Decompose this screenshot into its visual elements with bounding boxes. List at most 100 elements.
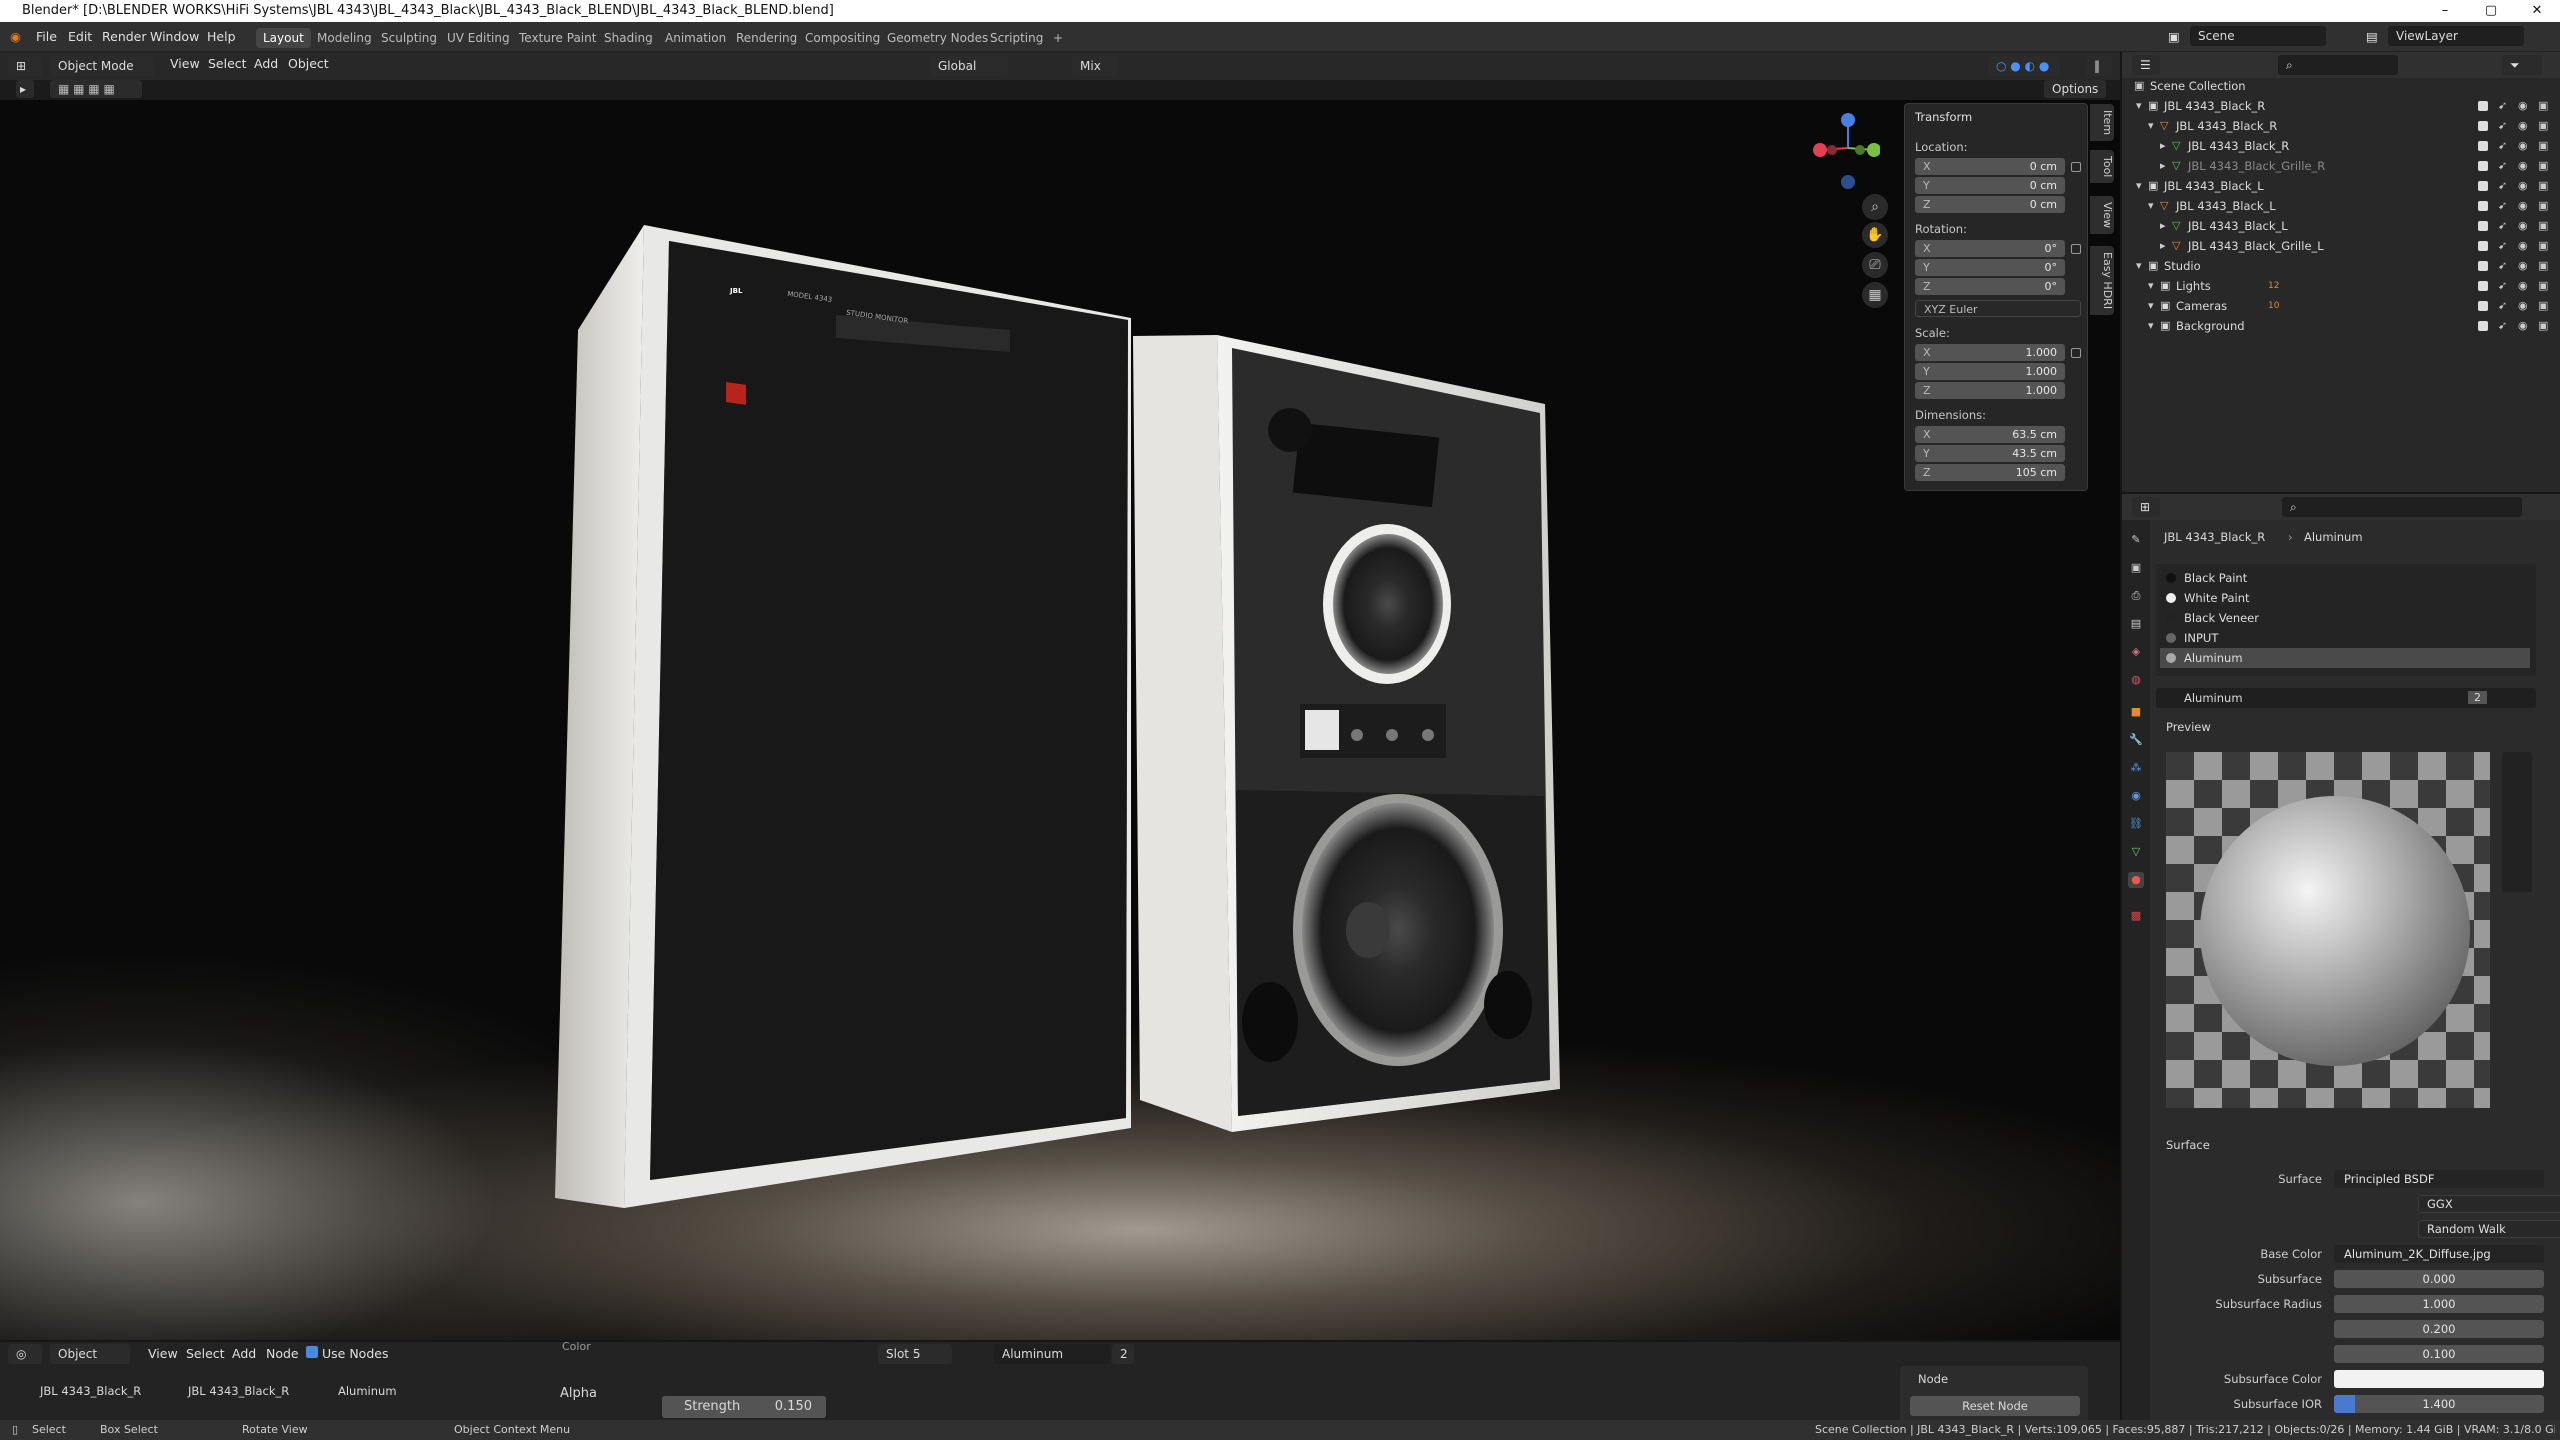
camera-icon[interactable]: ▣ xyxy=(2538,136,2548,156)
camera-icon[interactable]: ▣ xyxy=(2538,296,2548,316)
lock-icon[interactable] xyxy=(2071,244,2081,254)
surface-field-value[interactable]: Aluminum_2K_Diffuse.jpg xyxy=(2334,1245,2544,1263)
location-x-field[interactable]: X0 cm xyxy=(1915,158,2065,175)
viewport-menu-view[interactable]: View xyxy=(170,56,200,71)
outliner-row[interactable]: ▾ ▽ JBL 4343_Black_R ➹ ◉ ▣ xyxy=(2122,116,2560,136)
node-editor-object-selector[interactable]: Object xyxy=(50,1344,130,1364)
transform-title[interactable]: Transform xyxy=(1915,110,1972,124)
orientation-selector[interactable]: Global xyxy=(930,56,1008,76)
object-tab-icon[interactable]: ■ xyxy=(2128,704,2144,720)
output-tab-icon[interactable]: ⎙ xyxy=(2128,588,2144,604)
exclude-checkbox[interactable] xyxy=(2478,101,2488,111)
dimensions-z-field[interactable]: Z 105 cm xyxy=(1915,464,2065,481)
expand-arrow-icon[interactable]: ▸ xyxy=(2160,236,2166,256)
material-slot[interactable]: INPUT xyxy=(2160,628,2530,648)
camera-icon[interactable]: ▣ xyxy=(2538,116,2548,136)
expand-arrow-icon[interactable]: ▾ xyxy=(2148,276,2154,296)
workspace-tab-rendering[interactable]: Rendering xyxy=(729,28,804,48)
expand-arrow-icon[interactable]: ▾ xyxy=(2136,96,2142,116)
pan-hand-icon[interactable]: ✋ xyxy=(1862,222,1888,248)
expand-arrow-icon[interactable]: ▾ xyxy=(2148,196,2154,216)
close-button[interactable]: ✕ xyxy=(2514,0,2560,22)
exclude-checkbox[interactable] xyxy=(2478,241,2488,251)
outliner-editor-icon[interactable]: ☰ xyxy=(2132,55,2160,75)
eye-icon[interactable]: ◉ xyxy=(2518,156,2528,176)
eye-icon[interactable]: ◉ xyxy=(2518,316,2528,336)
surface-dropdown[interactable]: Random Walk xyxy=(2418,1220,2560,1238)
node-menu-add[interactable]: Add xyxy=(232,1346,256,1361)
location-z-field[interactable]: Z0 cm xyxy=(1915,196,2065,213)
rotation-z-field[interactable]: Z 0° xyxy=(1915,278,2065,295)
material-tab-icon[interactable]: ● xyxy=(2128,872,2144,888)
workspace-tab-sculpting[interactable]: Sculpting xyxy=(374,28,444,48)
eye-icon[interactable]: ◉ xyxy=(2518,256,2528,276)
slot-selector[interactable]: Slot 5 xyxy=(878,1344,952,1364)
sidebar-tab-easy-hdri[interactable]: Easy HDRI xyxy=(2090,246,2114,316)
preview-type-buttons[interactable] xyxy=(2502,752,2532,892)
exclude-checkbox[interactable] xyxy=(2478,281,2488,291)
render-tab-icon[interactable]: ▣ xyxy=(2128,560,2144,576)
node-menu-select[interactable]: Select xyxy=(186,1346,225,1361)
surface-panel-title[interactable]: Surface xyxy=(2166,1138,2210,1152)
lock-icon[interactable] xyxy=(2071,162,2081,172)
scale-x-field[interactable]: X 1.000 xyxy=(1915,344,2065,361)
workspace-tab-shading[interactable]: Shading xyxy=(597,28,660,48)
surface-dropdown[interactable]: GGX xyxy=(2418,1195,2560,1213)
workspace-tab-compositing[interactable]: Compositing xyxy=(798,28,887,48)
menu-edit[interactable]: Edit xyxy=(68,29,92,44)
camera-icon[interactable]: ▣ xyxy=(2538,256,2548,276)
blender-logo-icon[interactable]: ◉ xyxy=(10,29,21,44)
viewport-menu-object[interactable]: Object xyxy=(288,56,329,71)
eye-icon[interactable]: ◉ xyxy=(2518,236,2528,256)
surface-field-value[interactable] xyxy=(2334,1370,2544,1388)
outliner-row[interactable]: ▸ ▽ JBL 4343_Black_R ➹ ◉ ▣ xyxy=(2122,136,2560,156)
strength-field[interactable]: Strength 0.150 xyxy=(662,1396,826,1418)
workspace-tab-geometry-nodes[interactable]: Geometry Nodes xyxy=(880,28,995,48)
exclude-checkbox[interactable] xyxy=(2478,141,2488,151)
surface-field-value[interactable]: 0.200 xyxy=(2334,1320,2544,1338)
exclude-checkbox[interactable] xyxy=(2478,121,2488,131)
eye-icon[interactable]: ◉ xyxy=(2518,176,2528,196)
properties-search-icon[interactable]: ⌕ xyxy=(2282,497,2522,517)
eye-icon[interactable]: ◉ xyxy=(2518,116,2528,136)
texture-tab-icon[interactable]: ▩ xyxy=(2128,908,2144,924)
rotation-mode-dropdown[interactable]: XYZ Euler xyxy=(1915,300,2081,317)
outliner-row[interactable]: ▸ ▽ JBL 4343_Black_L ➹ ◉ ▣ xyxy=(2122,216,2560,236)
maximize-button[interactable]: ▢ xyxy=(2468,0,2514,22)
material-slot[interactable]: Aluminum xyxy=(2160,648,2530,668)
menu-render[interactable]: Render xyxy=(102,29,147,44)
data-tab-icon[interactable]: ▽ xyxy=(2128,844,2144,860)
menu-window[interactable]: Window xyxy=(150,29,199,44)
eye-icon[interactable]: ◉ xyxy=(2518,276,2528,296)
eye-icon[interactable]: ◉ xyxy=(2518,296,2528,316)
exclude-checkbox[interactable] xyxy=(2478,301,2488,311)
editor-type-icon[interactable]: ⊞ xyxy=(8,56,42,76)
outliner-row[interactable]: ▾ ▣ Cameras 10 ➹ ◉ ▣ xyxy=(2122,296,2560,316)
outliner-row[interactable]: ▸ ▽ JBL 4343_Black_Grille_L ➹ ◉ ▣ xyxy=(2122,236,2560,256)
camera-icon[interactable]: ▣ xyxy=(2538,216,2548,236)
surface-field-value[interactable]: 0.000 xyxy=(2334,1270,2544,1288)
camera-icon[interactable]: ▣ xyxy=(2538,176,2548,196)
mode-selector[interactable]: Object Mode xyxy=(50,56,154,76)
navigation-gizmo[interactable] xyxy=(1810,108,1880,198)
3d-viewport[interactable]: MODEL 4343 STUDIO MONITOR JBL xyxy=(0,100,2120,1350)
outliner-row[interactable]: ▾ ▣ JBL 4343_Black_L ➹ ◉ ▣ xyxy=(2122,176,2560,196)
surface-field-value[interactable]: 1.400 xyxy=(2334,1395,2544,1413)
material-slot[interactable]: Black Paint xyxy=(2160,568,2530,588)
shading-buttons[interactable]: ○ ● ◐ ● xyxy=(1988,56,2060,76)
minimize-button[interactable]: – xyxy=(2422,0,2468,22)
expand-arrow-icon[interactable]: ▾ xyxy=(2148,296,2154,316)
select-icon[interactable]: ➹ xyxy=(2498,136,2507,156)
reset-node-button[interactable]: Reset Node xyxy=(1910,1396,2080,1416)
dimensions-x-field[interactable]: X 63.5 cm xyxy=(1915,426,2065,443)
zoom-icon[interactable]: ⌕ xyxy=(1862,194,1888,220)
select-icon[interactable]: ➹ xyxy=(2498,256,2507,276)
view-layer-tab-icon[interactable]: ▤ xyxy=(2128,616,2144,632)
exclude-checkbox[interactable] xyxy=(2478,201,2488,211)
particles-tab-icon[interactable]: ⁂ xyxy=(2128,760,2144,776)
select-icon[interactable]: ➹ xyxy=(2498,96,2507,116)
outliner-root[interactable]: ▣ Scene Collection xyxy=(2122,76,2560,96)
camera-icon[interactable]: ▣ xyxy=(2538,196,2548,216)
material-selector[interactable]: Aluminum 2 xyxy=(2156,688,2536,708)
select-icon[interactable]: ➹ xyxy=(2498,196,2507,216)
